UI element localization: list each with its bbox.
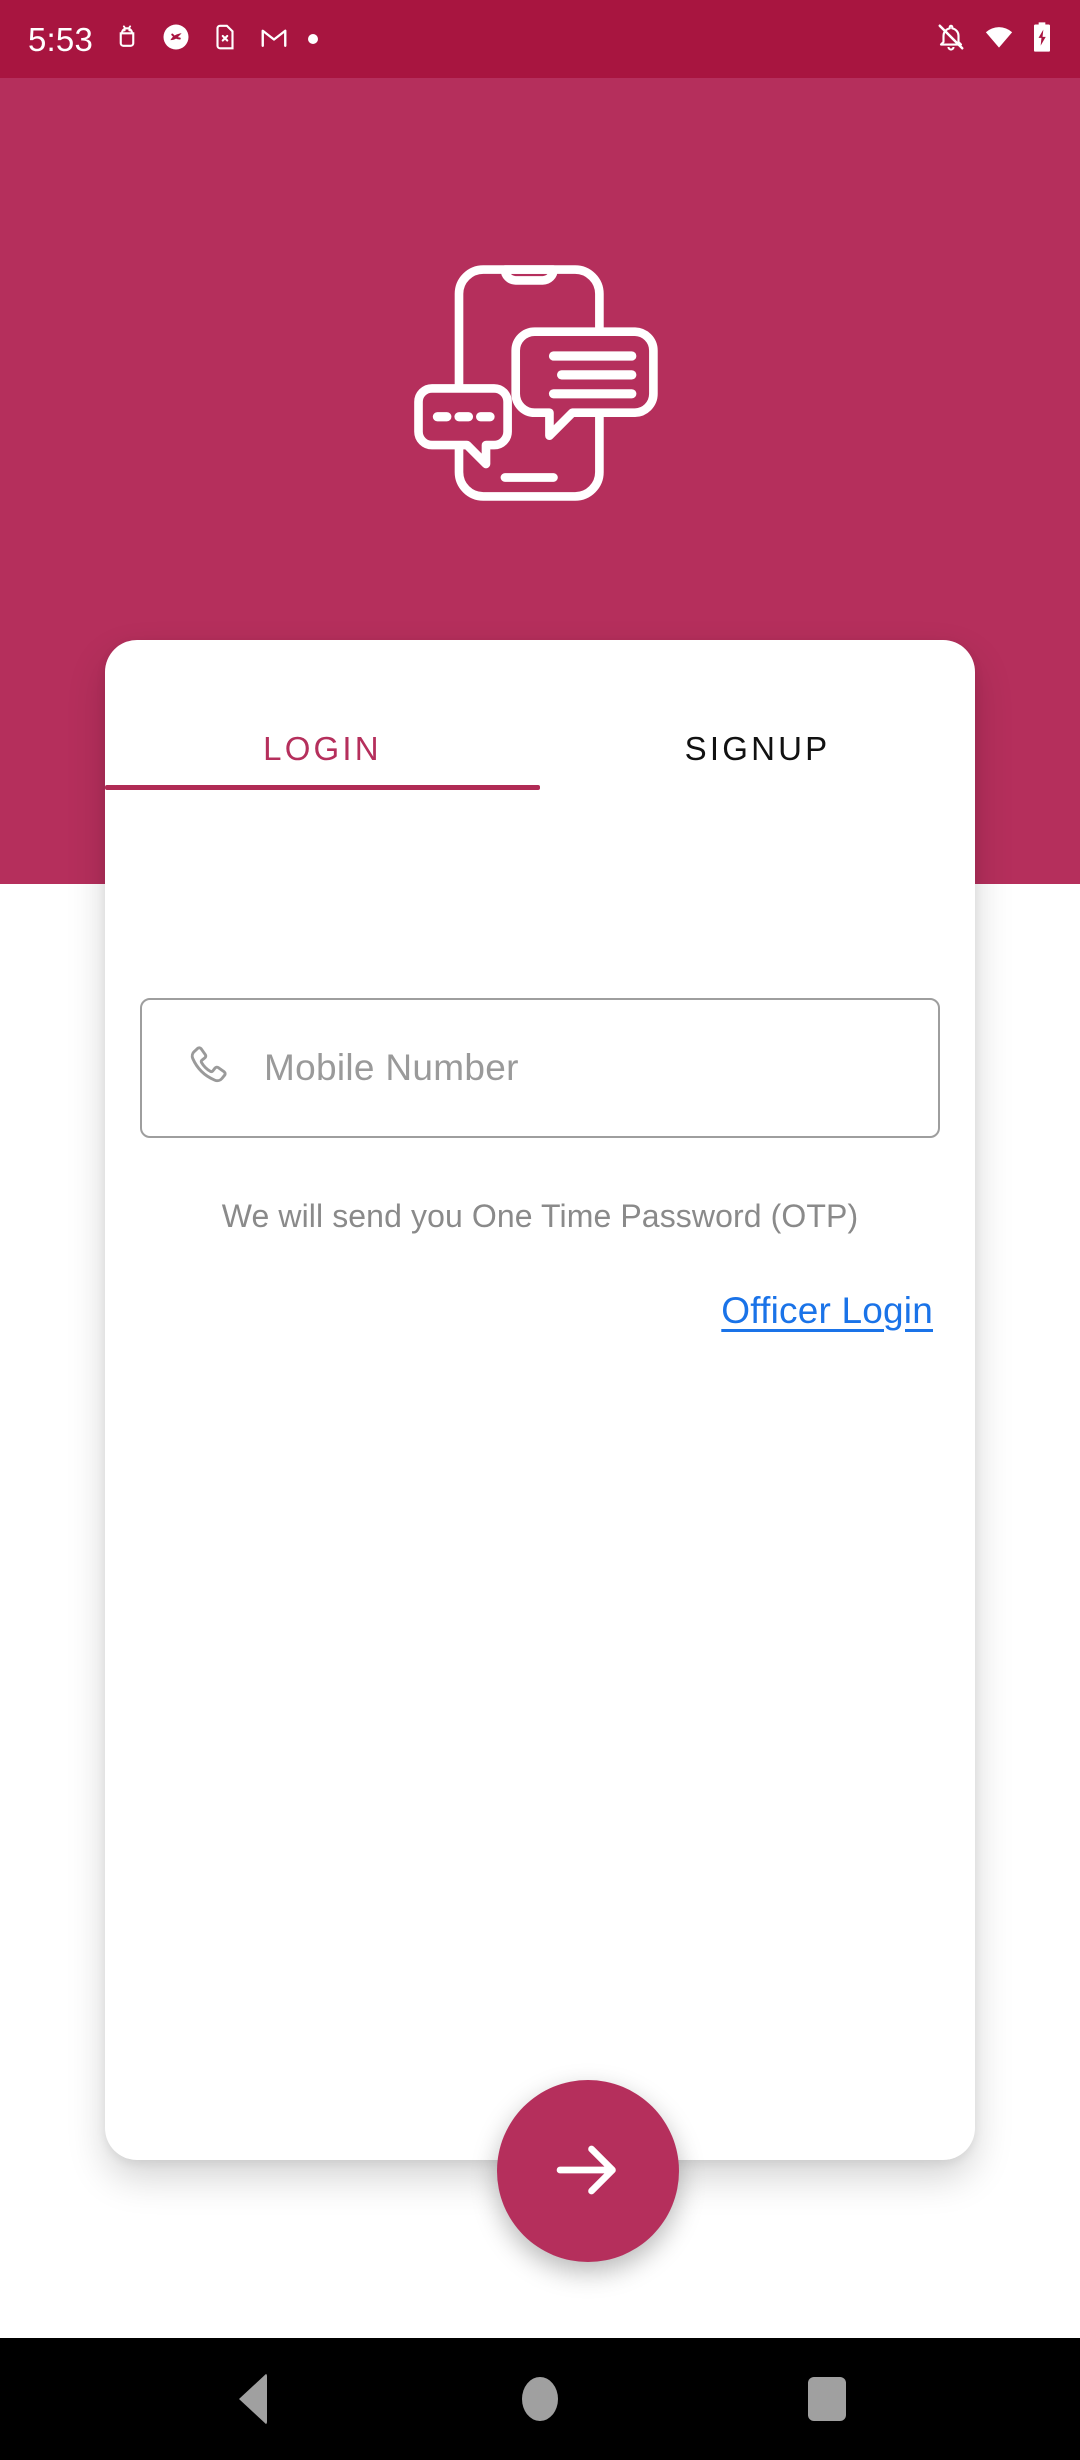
android-navigation-bar [0, 2338, 1080, 2460]
status-bar-left: 5:53 [28, 20, 319, 58]
square-recents-icon [807, 2377, 846, 2421]
nav-home-button[interactable] [480, 2338, 600, 2460]
mobile-number-placeholder: Mobile Number [264, 1047, 519, 1088]
status-bar: 5:53 [0, 0, 1080, 78]
submit-button[interactable] [497, 2080, 679, 2262]
tab-login[interactable]: LOGIN [105, 640, 540, 790]
wifi-icon [983, 22, 1015, 57]
auth-card: LOGIN SIGNUP Mobile Number We will send … [105, 640, 975, 2160]
more-notifications-dot-icon [308, 34, 319, 44]
mobile-number-field[interactable]: Mobile Number [140, 998, 940, 1138]
phone-icon [184, 1041, 234, 1096]
sim-card-missing-icon [210, 22, 240, 57]
tab-signup[interactable]: SIGNUP [540, 640, 975, 790]
tab-active-indicator [105, 785, 540, 790]
gmail-icon [259, 22, 289, 57]
officer-login-link[interactable]: Officer Login [721, 1290, 933, 1332]
nav-back-button[interactable] [193, 2338, 313, 2460]
login-screen: 5:53 LOGIN SIGNUP Mobile Number We will … [0, 0, 1080, 2460]
arrow-right-icon [546, 2128, 630, 2215]
otp-helper-text: We will send you One Time Password (OTP) [221, 1198, 859, 1234]
status-bar-right [936, 21, 1052, 58]
android-debug-icon [112, 22, 142, 57]
battery-charging-icon [1032, 21, 1052, 58]
app-notification-icon [161, 22, 191, 57]
auth-tabs: LOGIN SIGNUP [105, 640, 975, 790]
triangle-back-icon [239, 2373, 268, 2425]
notifications-off-icon [936, 22, 966, 57]
phone-chat-bubbles-illustration [405, 248, 675, 518]
nav-recents-button[interactable] [767, 2338, 887, 2460]
circle-home-icon [521, 2377, 558, 2421]
status-bar-clock: 5:53 [28, 20, 94, 58]
